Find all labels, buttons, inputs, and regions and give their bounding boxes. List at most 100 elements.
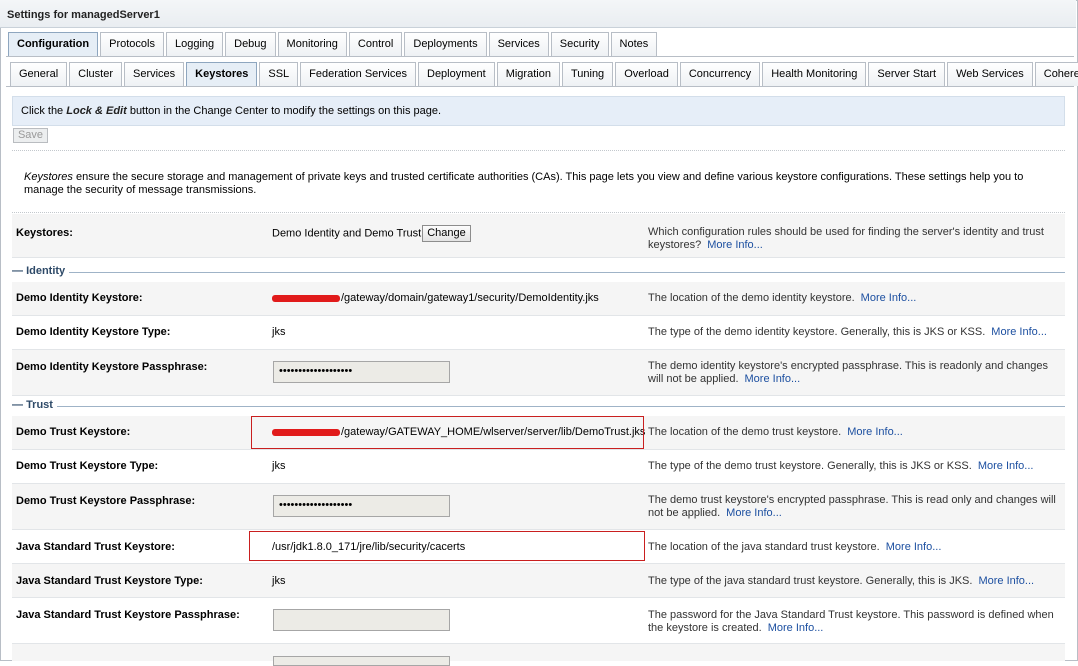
demo-identity-keystore-value: /gateway/domain/gateway1/security/DemoId… [341, 292, 599, 304]
more-info-link[interactable]: More Info... [886, 541, 942, 553]
trust-section-header: — Trust [12, 399, 1065, 413]
identity-section-title: — Identity [12, 265, 70, 277]
trust-section-title: — Trust [12, 399, 57, 411]
desc-text: The password for the Java Standard Trust… [648, 609, 1054, 634]
java-trust-keystore-type-value: jks [272, 575, 286, 587]
demo-identity-keystore-type-label: Demo Identity Keystore Type: [16, 326, 171, 338]
more-info-link[interactable]: More Info... [707, 239, 763, 251]
tab-logging[interactable]: Logging [165, 32, 224, 56]
demo-identity-keystore-type-value: jks [272, 326, 286, 338]
intro-emphasis: Keystores [24, 171, 73, 183]
tab-security[interactable]: Security [550, 32, 609, 56]
next-field[interactable] [273, 656, 450, 666]
section-rule [12, 272, 1065, 273]
highlight-box [249, 531, 645, 561]
main-tabbar: Configuration Protocols Logging Debug Mo… [8, 32, 659, 56]
demo-trust-keystore-label: Demo Trust Keystore: [16, 426, 131, 438]
demo-trust-passphrase-desc: The demo trust keystore's encrypted pass… [648, 494, 1062, 520]
tab-control[interactable]: Control [348, 32, 403, 56]
java-trust-passphrase-desc: The password for the Java Standard Trust… [648, 609, 1062, 635]
keystores-label: Keystores: [16, 227, 73, 239]
subtab-ssl[interactable]: SSL [259, 62, 299, 86]
subtab-migration[interactable]: Migration [496, 62, 560, 86]
sub-tab-divider [6, 86, 1074, 87]
java-trust-keystore-type-desc: The type of the java standard trust keys… [648, 575, 1062, 588]
lock-edit-text: Lock & Edit [66, 105, 127, 117]
row-java-trust-passphrase: Java Standard Trust Keystore Passphrase:… [12, 598, 1065, 644]
demo-trust-passphrase-field[interactable]: ••••••••••••••••••• [273, 495, 450, 517]
java-trust-keystore-desc: The location of the java standard trust … [648, 541, 1062, 554]
more-info-link[interactable]: More Info... [847, 426, 903, 438]
row-demo-identity-keystore: Demo Identity Keystore: /gateway/domain/… [12, 282, 1065, 316]
demo-identity-keystore-desc: The location of the demo identity keysto… [648, 292, 1062, 305]
subtab-general[interactable]: General [10, 62, 68, 86]
subtab-concurrency[interactable]: Concurrency [679, 62, 761, 86]
demo-trust-keystore-type-value: jks [272, 460, 286, 472]
desc-text: The location of the java standard trust … [648, 541, 880, 553]
tab-configuration[interactable]: Configuration [8, 32, 99, 56]
tab-services[interactable]: Services [488, 32, 549, 56]
demo-trust-keystore-type-desc: The type of the demo trust keystore. Gen… [648, 460, 1062, 473]
java-trust-passphrase-label: Java Standard Trust Keystore Passphrase: [16, 609, 240, 621]
java-trust-passphrase-field[interactable] [273, 609, 450, 631]
row-demo-trust-passphrase: Demo Trust Keystore Passphrase: ••••••••… [12, 484, 1065, 530]
notice-prefix: Click the [21, 105, 67, 117]
more-info-link[interactable]: More Info... [978, 575, 1034, 587]
keystores-value-group: Demo Identity and Demo Trust Change [272, 225, 471, 242]
desc-text: The type of the demo identity keystore. … [648, 326, 986, 338]
row-demo-identity-keystore-type: Demo Identity Keystore Type: jks The typ… [12, 316, 1065, 350]
more-info-link[interactable]: More Info... [978, 460, 1034, 472]
demo-identity-keystore-value-group: /gateway/domain/gateway1/security/DemoId… [272, 292, 599, 304]
demo-trust-keystore-type-label: Demo Trust Keystore Type: [16, 460, 159, 472]
subtab-server-start[interactable]: Server Start [868, 62, 946, 86]
more-info-link[interactable]: More Info... [991, 326, 1047, 338]
main-tab-divider [6, 56, 1074, 57]
subtab-coherence[interactable]: Coherence [1034, 62, 1078, 86]
demo-identity-keystore-type-desc: The type of the demo identity keystore. … [648, 326, 1062, 339]
subtab-overload[interactable]: Overload [615, 62, 678, 86]
divider [12, 212, 1065, 213]
desc-text: The location of the demo trust keystore. [648, 426, 842, 438]
change-center-notice: Click the Lock & Edit button in the Chan… [12, 96, 1065, 126]
demo-trust-passphrase-label: Demo Trust Keystore Passphrase: [16, 495, 196, 507]
subtab-deployment[interactable]: Deployment [418, 62, 495, 86]
notice-suffix: button in the Change Center to modify th… [126, 105, 442, 117]
trust-section-label: Trust [26, 399, 53, 411]
row-demo-identity-passphrase: Demo Identity Keystore Passphrase: •••••… [12, 350, 1065, 396]
more-info-link[interactable]: More Info... [745, 373, 801, 385]
more-info-link[interactable]: More Info... [768, 622, 824, 634]
tab-protocols[interactable]: Protocols [100, 32, 164, 56]
subtab-web-services[interactable]: Web Services [947, 62, 1033, 86]
change-button[interactable]: Change [422, 225, 471, 242]
subtab-federation-services[interactable]: Federation Services [300, 62, 416, 86]
java-trust-keystore-type-label: Java Standard Trust Keystore Type: [16, 575, 203, 587]
subtab-services[interactable]: Services [123, 62, 185, 86]
tab-notes[interactable]: Notes [610, 32, 658, 56]
identity-section-header: — Identity [12, 265, 1065, 279]
more-info-link[interactable]: More Info... [861, 292, 917, 304]
save-button[interactable]: Save [13, 128, 48, 143]
demo-identity-passphrase-label: Demo Identity Keystore Passphrase: [16, 361, 208, 373]
subtab-tuning[interactable]: Tuning [561, 62, 614, 86]
subtab-cluster[interactable]: Cluster [69, 62, 122, 86]
page-intro: Keystores ensure the secure storage and … [24, 171, 1054, 197]
row-keystores: Keystores: Demo Identity and Demo Trust C… [12, 214, 1065, 258]
tab-debug[interactable]: Debug [225, 32, 276, 56]
tab-monitoring[interactable]: Monitoring [277, 32, 347, 56]
subtab-health-monitoring[interactable]: Health Monitoring [762, 62, 867, 86]
demo-identity-passphrase-field[interactable]: ••••••••••••••••••• [273, 361, 450, 383]
tab-deployments[interactable]: Deployments [404, 32, 487, 56]
row-java-trust-keystore-type: Java Standard Trust Keystore Type: jks T… [12, 564, 1065, 598]
intro-text: ensure the secure storage and management… [24, 171, 1024, 196]
redaction-mark [272, 294, 340, 302]
keystores-desc: Which configuration rules should be used… [648, 226, 1062, 252]
row-cut-off [12, 644, 1065, 666]
divider [12, 150, 1065, 151]
desc-text: The location of the demo identity keysto… [648, 292, 855, 304]
desc-text: The type of the demo trust keystore. Gen… [648, 460, 972, 472]
demo-trust-keystore-desc: The location of the demo trust keystore.… [648, 426, 1062, 439]
identity-section-label: Identity [26, 265, 66, 277]
desc-text: The type of the java standard trust keys… [648, 575, 973, 587]
more-info-link[interactable]: More Info... [726, 507, 782, 519]
subtab-keystores[interactable]: Keystores [186, 62, 258, 86]
